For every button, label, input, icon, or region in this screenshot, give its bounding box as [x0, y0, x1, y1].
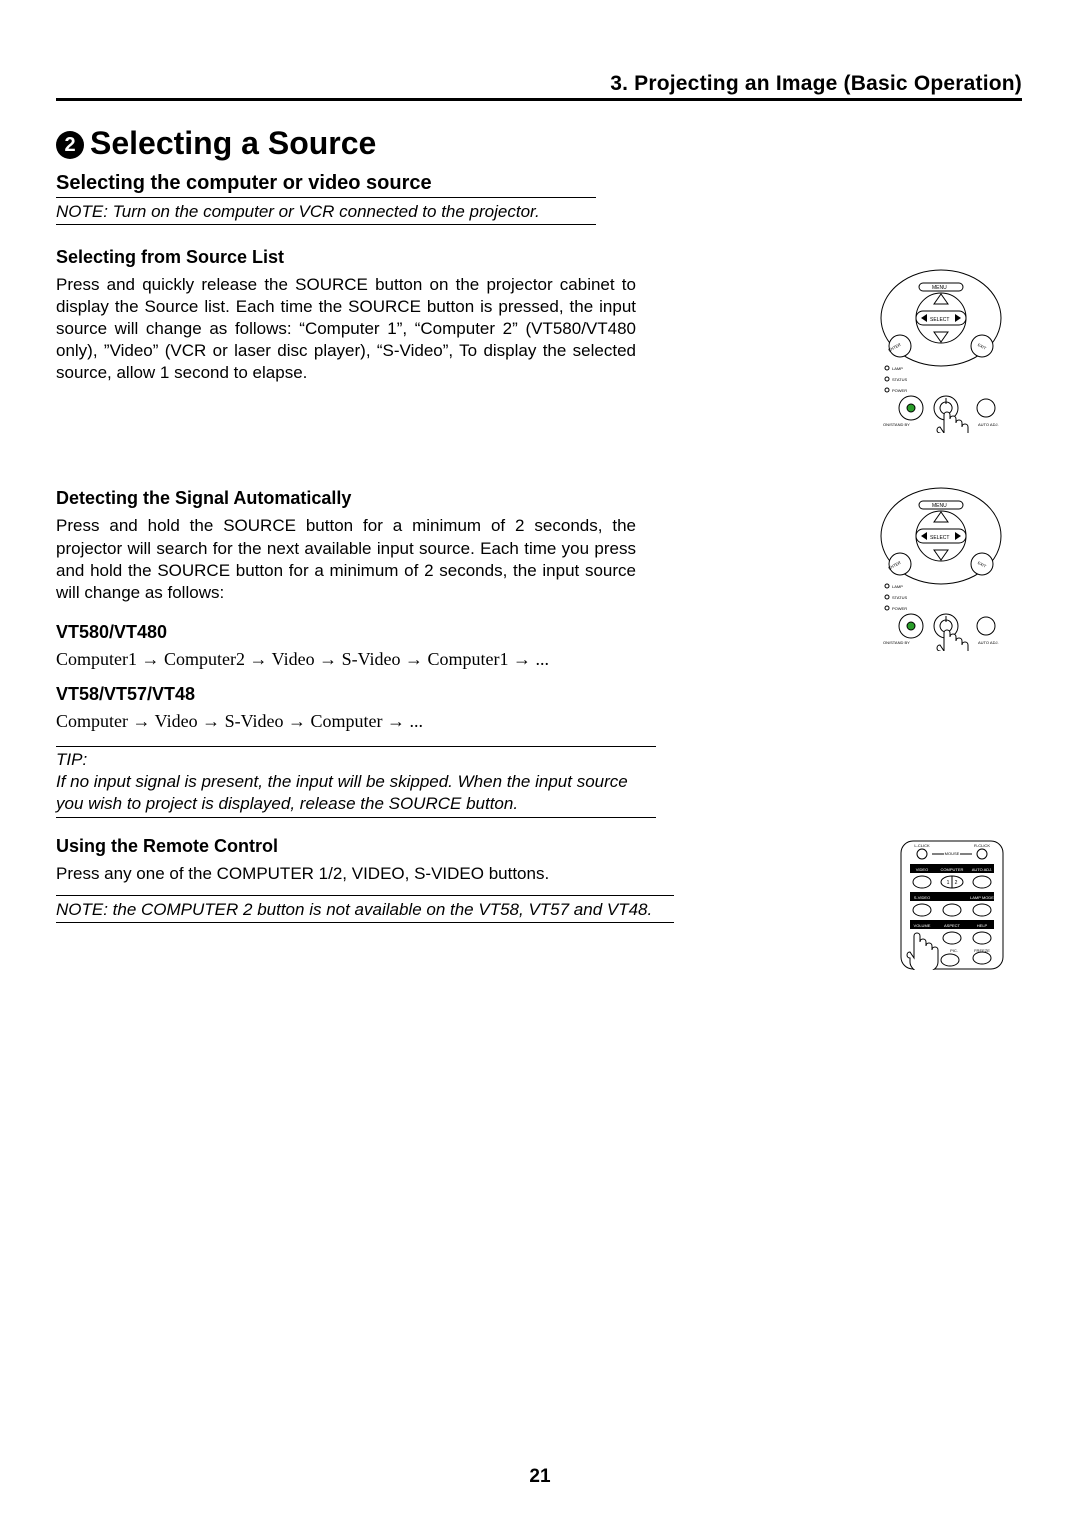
- svg-text:MOUSE: MOUSE: [945, 851, 960, 856]
- sub-title: Selecting the computer or video source: [56, 172, 596, 198]
- tip-box: TIP: If no input signal is present, the …: [56, 746, 656, 818]
- heading-vt58: VT58/VT57/VT48: [56, 684, 1022, 705]
- body-remote: Press any one of the COMPUTER 1/2, VIDEO…: [56, 863, 636, 885]
- page-title: 2Selecting a Source: [56, 125, 1022, 162]
- chain-vt580: Computer1 → Computer2 → Video → S-Video …: [56, 649, 656, 670]
- svg-text:STATUS: STATUS: [892, 595, 908, 600]
- svg-text:1: 1: [947, 880, 950, 886]
- heading-source-list: Selecting from Source List: [56, 247, 1022, 268]
- body-source-list: Press and quickly release the SOURCE but…: [56, 274, 636, 384]
- svg-text:LAMP: LAMP: [892, 584, 903, 589]
- rule-divider: [56, 98, 1022, 101]
- note-line: NOTE: Turn on the computer or VCR connec…: [56, 198, 596, 225]
- svg-text:S-VIDEO: S-VIDEO: [914, 895, 930, 900]
- svg-text:LAMP: LAMP: [892, 366, 903, 371]
- svg-text:POWER: POWER: [892, 388, 907, 393]
- svg-text:L-CLICK: L-CLICK: [914, 843, 930, 848]
- svg-text:2: 2: [955, 880, 958, 886]
- svg-text:AUTO ADJ.: AUTO ADJ.: [978, 640, 999, 645]
- svg-text:MENU: MENU: [932, 503, 947, 509]
- svg-text:AUTO ADJ.: AUTO ADJ.: [978, 422, 999, 427]
- title-number-icon: 2: [56, 131, 84, 159]
- svg-text:POWER: POWER: [892, 606, 907, 611]
- page-number: 21: [0, 1466, 1080, 1488]
- section-header: 3. Projecting an Image (Basic Operation): [56, 72, 1022, 98]
- diagram-remote-control: L-CLICK R-CLICK MOUSE VIDEO COMPUTER AUT…: [900, 840, 1004, 975]
- svg-text:ON/STAND BY: ON/STAND BY: [883, 640, 910, 645]
- svg-text:STATUS: STATUS: [892, 377, 908, 382]
- note-line2: NOTE: the COMPUTER 2 button is not avail…: [56, 895, 674, 923]
- svg-text:MENU: MENU: [932, 285, 947, 291]
- svg-text:ON/STAND BY: ON/STAND BY: [883, 422, 910, 427]
- svg-text:AUTO ADJ.: AUTO ADJ.: [972, 867, 993, 872]
- chain-vt58: Computer → Video → S-Video → Computer → …: [56, 711, 656, 732]
- svg-text:PIC.: PIC.: [950, 948, 958, 953]
- body-detect-auto: Press and hold the SOURCE button for a m…: [56, 515, 636, 603]
- svg-text:SELECT: SELECT: [930, 535, 949, 541]
- svg-text:ASPECT: ASPECT: [944, 923, 961, 928]
- title-text: Selecting a Source: [90, 125, 376, 161]
- svg-text:SELECT: SELECT: [930, 317, 949, 323]
- svg-text:VIDEO: VIDEO: [916, 867, 928, 872]
- diagram-control-pad-2: MENU SELECT ENTER EXIT LAMP STATUS POWER…: [866, 486, 1016, 656]
- svg-text:HELP: HELP: [977, 923, 988, 928]
- svg-text:LAMP MODE: LAMP MODE: [970, 895, 994, 900]
- svg-text:VOLUME: VOLUME: [914, 923, 931, 928]
- heading-remote: Using the Remote Control: [56, 836, 1022, 857]
- svg-text:R-CLICK: R-CLICK: [974, 843, 990, 848]
- diagram-control-pad-1: MENU SELECT ENTER EXIT LAMP STATUS POWER…: [866, 268, 1016, 438]
- svg-text:COMPUTER: COMPUTER: [941, 867, 964, 872]
